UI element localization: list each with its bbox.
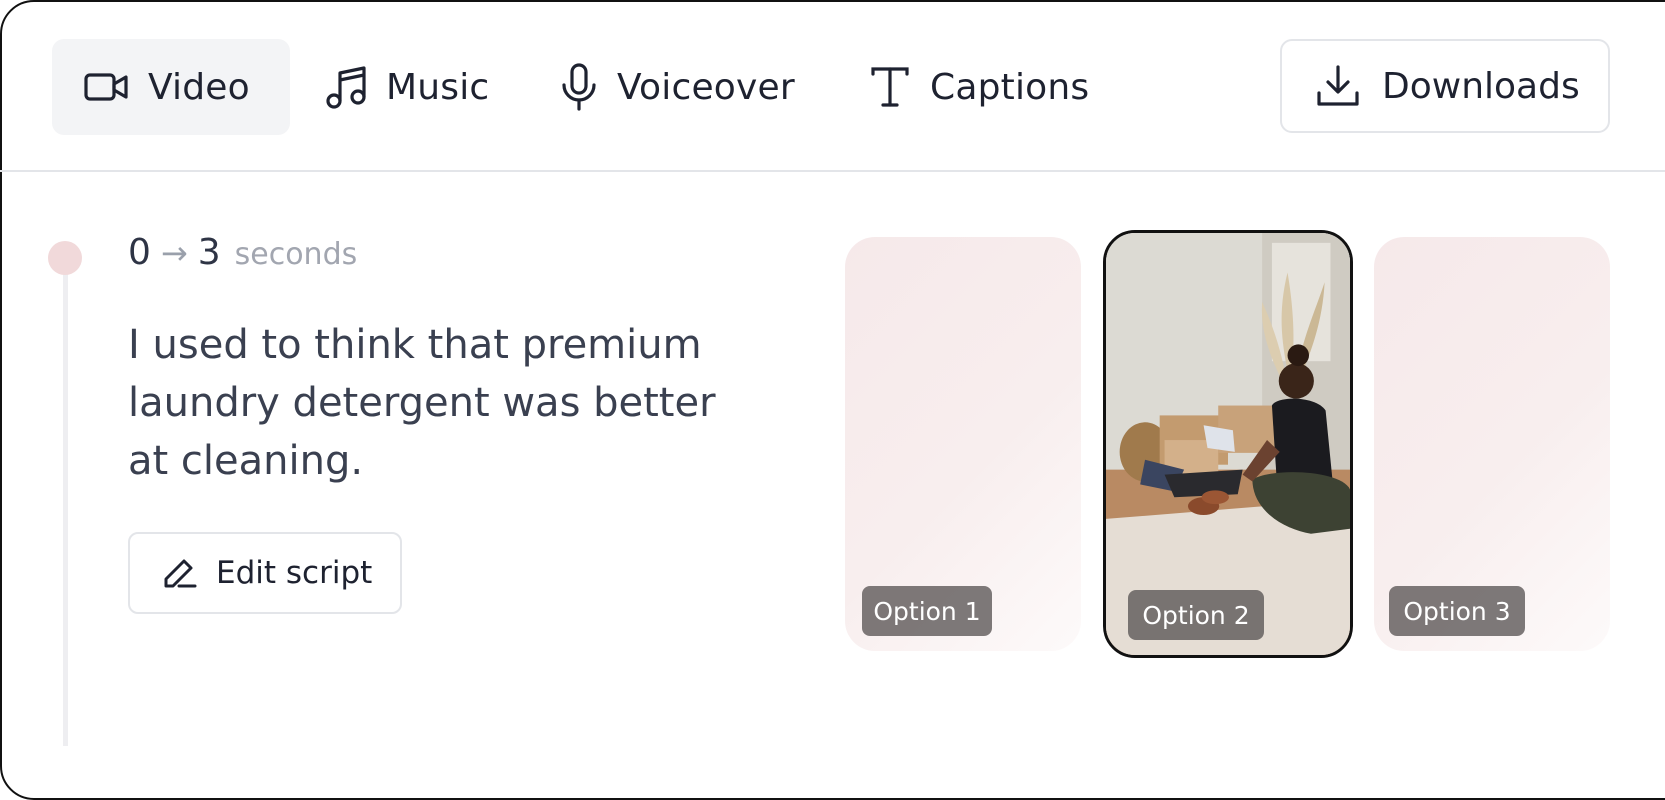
arrow-right-icon: → [160,234,188,272]
download-icon [1317,65,1359,106]
microphone-icon [562,63,596,111]
tab-video[interactable]: Video [52,39,290,135]
tab-music[interactable]: Music [322,39,489,135]
start-time: 0 [128,232,151,273]
option-label: Option 3 [1389,586,1525,636]
script-text: I used to think that premium laundry det… [128,322,716,484]
tab-music-label: Music [386,66,490,108]
music-note-icon [326,66,366,109]
option-card-1[interactable]: Option 1 [845,237,1081,651]
option-card-3[interactable]: Option 3 [1374,237,1610,651]
end-time: 3 [197,232,221,273]
option-card-2[interactable]: Option 2 [1103,230,1353,658]
tab-captions-label: Captions [930,66,1090,108]
option-label: Option 1 [862,586,992,636]
timeline-dot [48,241,82,275]
tab-voiceover-label: Voiceover [617,66,795,108]
downloads-label: Downloads [1382,65,1580,107]
edit-script-button[interactable]: Edit script [128,532,402,614]
top-toolbar: Video Music Voiceover Captions Downloads [0,0,1665,172]
time-unit: seconds [234,237,358,272]
time-range: 0 → 3 seconds [128,232,357,273]
video-camera-icon [84,73,128,101]
pencil-icon [164,559,197,588]
downloads-button[interactable]: Downloads [1280,39,1610,133]
timeline-line [63,256,68,746]
tab-voiceover[interactable]: Voiceover [561,39,795,135]
edit-script-label: Edit script [216,555,373,591]
option-label: Option 2 [1128,590,1264,640]
text-t-icon [871,67,909,107]
tab-video-label: Video [148,66,250,108]
tab-captions[interactable]: Captions [870,39,1089,135]
